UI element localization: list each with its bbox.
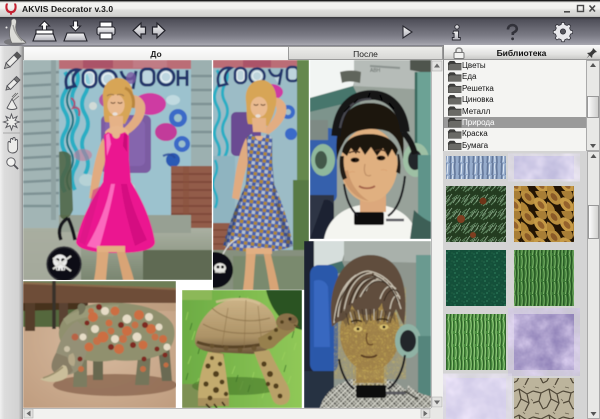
svg-text:ABH: ABH [370, 68, 381, 74]
